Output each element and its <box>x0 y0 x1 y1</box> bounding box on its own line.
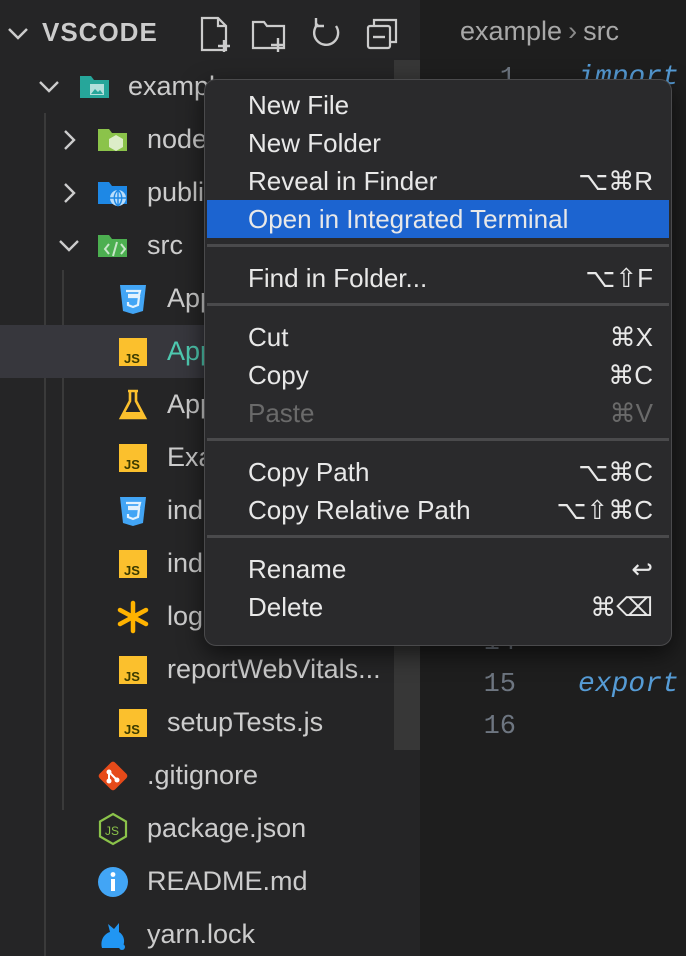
menu-item-shortcut: ⌥⇧⌘C <box>556 495 653 525</box>
menu-item-new-file[interactable]: New File <box>207 86 669 124</box>
tree-item-label: .gitignore <box>147 760 259 790</box>
menu-item-paste: Paste ⌘V <box>207 394 669 432</box>
folder-public-icon <box>96 176 130 210</box>
collapse-all-icon[interactable] <box>362 14 402 54</box>
menu-item-label: Find in Folder... <box>248 263 428 293</box>
css-file-icon <box>116 282 150 316</box>
menu-item-label: Rename <box>248 554 347 584</box>
tree-item[interactable]: JS setupTests.js <box>0 696 394 749</box>
refresh-icon[interactable] <box>306 14 346 54</box>
menu-item-find-in-folder[interactable]: Find in Folder... ⌥⇧F <box>207 259 669 297</box>
git-icon <box>96 759 130 793</box>
menu-separator <box>207 244 669 247</box>
context-menu: New File New Folder Reveal in Finder ⌥⌘R Ope… <box>204 79 672 646</box>
tree-item-label: yarn.lock <box>147 919 256 949</box>
menu-item-copy-path[interactable]: Copy Path ⌥⌘C <box>207 453 669 491</box>
nodejs-icon: JS <box>96 812 130 846</box>
menu-item-label: Open in Integrated Terminal <box>248 204 569 234</box>
menu-item-label: Delete <box>248 592 324 622</box>
menu-item-cut[interactable]: Cut ⌘X <box>207 318 669 356</box>
menu-separator <box>207 535 669 538</box>
info-icon <box>96 865 130 899</box>
new-folder-icon[interactable] <box>250 14 290 54</box>
line-number: 15 <box>483 670 516 700</box>
js-file-icon: JS <box>116 441 150 475</box>
svg-text:JS: JS <box>124 457 140 472</box>
chevron-down-icon[interactable] <box>6 22 30 46</box>
explorer-title[interactable]: VSCODE <box>42 17 158 48</box>
tree-item-label: src <box>147 230 183 260</box>
tree-item-label: package.json <box>147 813 307 843</box>
yarn-cat-icon <box>96 918 130 952</box>
menu-item-label: Copy Path <box>248 457 370 487</box>
js-file-icon: JS <box>116 335 150 369</box>
tree-item[interactable]: README.md <box>0 855 394 908</box>
tree-item-label: reportWebVitals... <box>167 654 381 684</box>
menu-item-copy-relative-path[interactable]: Copy Relative Path ⌥⇧⌘C <box>207 491 669 529</box>
svg-text:JS: JS <box>124 351 140 366</box>
menu-item-shortcut: ⌥⌘R <box>578 166 653 196</box>
menu-item-shortcut: ⌘⌫ <box>590 592 653 622</box>
menu-separator <box>207 438 669 441</box>
menu-separator <box>207 303 669 306</box>
code-token[interactable]: export <box>578 669 679 700</box>
svg-text:JS: JS <box>105 824 119 838</box>
explorer-header: VSCODE <box>0 0 420 66</box>
menu-item-label: Cut <box>248 322 289 352</box>
menu-item-shortcut: ⌘V <box>609 398 653 428</box>
menu-item-label: Copy <box>248 360 309 390</box>
menu-item-label: Copy Relative Path <box>248 495 471 525</box>
css-file-icon <box>116 494 150 528</box>
js-file-icon: JS <box>116 653 150 687</box>
menu-item-label: New File <box>248 90 350 120</box>
menu-item-shortcut: ⌘C <box>608 360 653 390</box>
folder-node-icon <box>96 123 130 157</box>
folder-src-open-icon <box>96 229 130 263</box>
menu-item-label: Reveal in Finder <box>248 166 438 196</box>
breadcrumb-item[interactable]: src <box>583 16 619 46</box>
tree-item[interactable]: yarn.lock <box>0 908 394 956</box>
line-number: 16 <box>483 712 516 742</box>
tree-item[interactable]: JS package.json <box>0 802 394 855</box>
menu-item-shortcut: ⌥⇧F <box>585 263 653 293</box>
js-file-icon: JS <box>116 706 150 740</box>
chevron-down-icon[interactable] <box>36 74 62 100</box>
menu-item-shortcut: ↩ <box>631 554 653 584</box>
new-file-icon[interactable] <box>194 14 234 54</box>
menu-item-shortcut: ⌥⌘C <box>578 457 653 487</box>
menu-item-shortcut: ⌘X <box>609 322 653 352</box>
menu-item-delete[interactable]: Delete ⌘⌫ <box>207 588 669 626</box>
tree-item-label: setupTests.js <box>167 707 324 737</box>
tree-item-label: README.md <box>147 866 308 896</box>
menu-item-label: New Folder <box>248 128 381 158</box>
svg-text:JS: JS <box>124 722 140 737</box>
svg-text:JS: JS <box>124 669 140 684</box>
menu-item-reveal-in-finder[interactable]: Reveal in Finder ⌥⌘R <box>207 162 669 200</box>
chevron-down-icon[interactable] <box>56 233 82 259</box>
test-flask-icon <box>116 388 150 422</box>
menu-item-rename[interactable]: Rename ↩ <box>207 550 669 588</box>
tree-item[interactable]: .gitignore <box>0 749 394 802</box>
menu-item-open-in-integrated-terminal[interactable]: Open in Integrated Terminal <box>207 200 669 238</box>
svg-asterisk-icon <box>116 600 150 634</box>
svg-text:JS: JS <box>124 563 140 578</box>
js-file-icon: JS <box>116 547 150 581</box>
breadcrumb[interactable]: example › src <box>460 16 619 47</box>
folder-image-open-icon <box>78 70 112 104</box>
tree-item[interactable]: JS reportWebVitals... <box>0 643 394 696</box>
menu-item-copy[interactable]: Copy ⌘C <box>207 356 669 394</box>
menu-item-new-folder[interactable]: New Folder <box>207 124 669 162</box>
chevron-right-icon: › <box>568 16 578 46</box>
chevron-right-icon[interactable] <box>56 127 82 153</box>
menu-item-label: Paste <box>248 398 315 428</box>
breadcrumb-item[interactable]: example <box>460 16 562 46</box>
chevron-right-icon[interactable] <box>56 180 82 206</box>
